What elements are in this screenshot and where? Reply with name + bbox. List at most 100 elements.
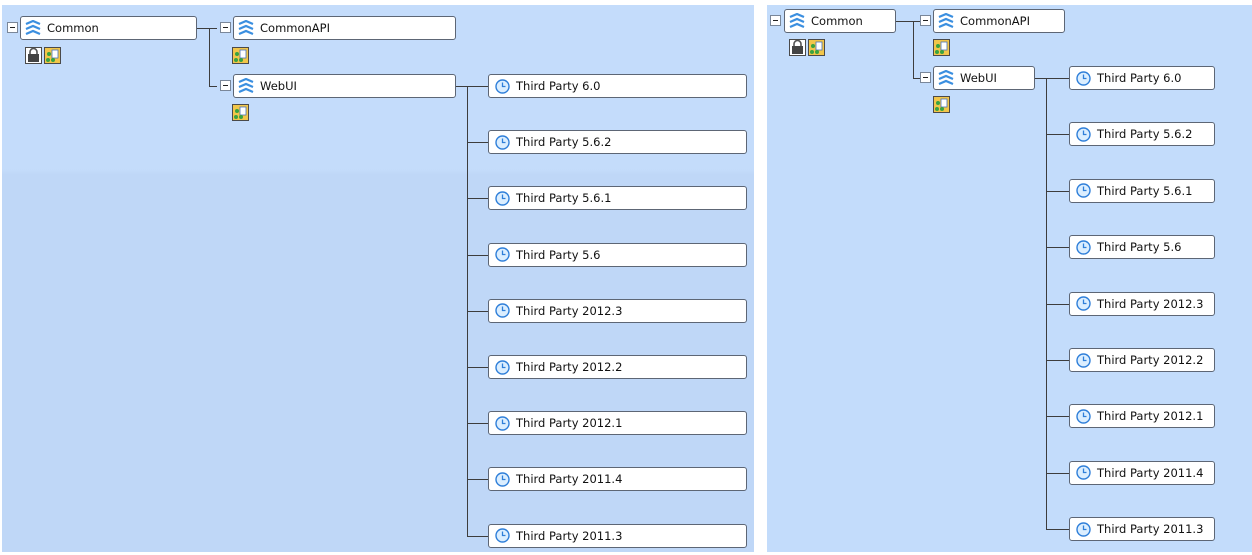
connector bbox=[894, 21, 920, 22]
release-node[interactable]: Third Party 5.6 bbox=[1069, 235, 1215, 260]
connector bbox=[1046, 190, 1069, 192]
node-label: Common bbox=[811, 14, 863, 28]
release-node[interactable]: Third Party 2012.2 bbox=[488, 355, 747, 379]
clock-icon bbox=[495, 134, 510, 150]
clock-icon bbox=[495, 415, 510, 431]
waves-icon bbox=[789, 12, 805, 28]
release-node[interactable]: Third Party 2012.2 bbox=[1069, 348, 1215, 372]
release-label: Third Party 5.6.2 bbox=[516, 135, 612, 150]
project-node-common[interactable]: Common bbox=[20, 16, 197, 40]
release-label: Third Party 6.0 bbox=[516, 79, 601, 93]
config-icon[interactable] bbox=[232, 104, 249, 121]
collapse-icon[interactable] bbox=[770, 15, 781, 26]
config-icon[interactable] bbox=[44, 47, 61, 64]
left-tree-panel: Common CommonAPI WebUI Third Party 6.0 Th… bbox=[2, 5, 754, 552]
waves-icon bbox=[238, 19, 254, 35]
release-label: Third Party 5.6.1 bbox=[516, 191, 612, 206]
release-label: Third Party 6.0 bbox=[1097, 71, 1182, 85]
clock-icon bbox=[495, 247, 510, 262]
node-label: WebUI bbox=[960, 71, 997, 85]
collapse-icon[interactable] bbox=[920, 72, 931, 83]
project-node-webui[interactable]: WebUI bbox=[933, 66, 1035, 90]
release-node[interactable]: Third Party 5.6.2 bbox=[1069, 122, 1215, 147]
release-label: Third Party 2011.4 bbox=[1097, 465, 1204, 480]
connector bbox=[1046, 416, 1069, 418]
clock-icon bbox=[1076, 352, 1091, 368]
clock-icon bbox=[495, 191, 510, 206]
release-node[interactable]: Third Party 5.6.1 bbox=[488, 186, 747, 211]
connector bbox=[209, 28, 210, 86]
clock-icon bbox=[495, 472, 510, 487]
connector bbox=[913, 21, 914, 78]
connector bbox=[1046, 78, 1069, 79]
connector bbox=[467, 310, 488, 312]
release-node[interactable]: Third Party 2011.3 bbox=[1069, 517, 1215, 542]
release-label: Third Party 5.6.1 bbox=[1097, 183, 1193, 198]
connector bbox=[1046, 529, 1069, 531]
connector bbox=[467, 86, 488, 87]
release-label: Third Party 2011.3 bbox=[516, 528, 623, 543]
clock-icon bbox=[1076, 127, 1091, 142]
release-node[interactable]: Third Party 6.0 bbox=[488, 74, 747, 98]
connector bbox=[467, 142, 488, 144]
clock-icon bbox=[1076, 183, 1091, 198]
project-node-commonapi[interactable]: CommonAPI bbox=[233, 16, 456, 40]
right-tree-panel: Common CommonAPI WebUI Third Party 6.0 Th… bbox=[767, 5, 1252, 552]
release-label: Third Party 2012.1 bbox=[1097, 409, 1204, 424]
clock-icon bbox=[1076, 521, 1091, 537]
release-node[interactable]: Third Party 2012.3 bbox=[1069, 291, 1215, 316]
project-node-commonapi[interactable]: CommonAPI bbox=[933, 9, 1065, 33]
clock-icon bbox=[1076, 239, 1091, 255]
release-node[interactable]: Third Party 2012.1 bbox=[1069, 404, 1215, 429]
node-label: CommonAPI bbox=[960, 14, 1030, 28]
connector bbox=[1046, 247, 1069, 249]
release-label: Third Party 5.6.2 bbox=[1097, 127, 1193, 142]
release-node[interactable]: Third Party 5.6.2 bbox=[488, 130, 747, 155]
lock-icon[interactable] bbox=[25, 47, 42, 64]
config-icon[interactable] bbox=[808, 39, 825, 56]
release-label: Third Party 5.6 bbox=[1097, 240, 1182, 255]
release-node[interactable]: Third Party 2011.4 bbox=[1069, 460, 1215, 485]
release-label: Third Party 2012.3 bbox=[1097, 296, 1204, 311]
connector bbox=[913, 78, 920, 79]
release-node[interactable]: Third Party 2011.4 bbox=[488, 467, 747, 492]
config-icon[interactable] bbox=[933, 96, 950, 113]
project-node-common[interactable]: Common bbox=[784, 9, 896, 33]
release-node[interactable]: Third Party 6.0 bbox=[1069, 66, 1215, 90]
connector bbox=[209, 86, 217, 87]
project-node-webui[interactable]: WebUI bbox=[233, 74, 456, 98]
clock-icon bbox=[1076, 296, 1091, 311]
release-label: Third Party 2011.3 bbox=[1097, 522, 1204, 537]
lock-icon[interactable] bbox=[789, 39, 806, 56]
release-label: Third Party 5.6 bbox=[516, 247, 601, 262]
node-label: WebUI bbox=[260, 79, 297, 93]
config-icon[interactable] bbox=[232, 47, 249, 64]
connector bbox=[467, 367, 488, 368]
collapse-icon[interactable] bbox=[7, 22, 18, 33]
release-label: Third Party 2012.2 bbox=[1097, 353, 1204, 367]
connector bbox=[1046, 472, 1069, 474]
connector bbox=[467, 479, 488, 481]
connector bbox=[1046, 134, 1069, 136]
release-node[interactable]: Third Party 5.6 bbox=[488, 242, 747, 267]
release-node[interactable]: Third Party 5.6.1 bbox=[1069, 178, 1215, 203]
collapse-icon[interactable] bbox=[920, 15, 931, 26]
connector bbox=[467, 198, 488, 200]
release-node[interactable]: Third Party 2012.3 bbox=[488, 298, 747, 323]
connector bbox=[1046, 360, 1069, 361]
release-node[interactable]: Third Party 2012.1 bbox=[488, 411, 747, 436]
clock-icon bbox=[495, 359, 510, 375]
release-label: Third Party 2012.3 bbox=[516, 303, 623, 318]
collapse-icon[interactable] bbox=[220, 22, 231, 33]
config-icon[interactable] bbox=[933, 39, 950, 56]
release-label: Third Party 2012.1 bbox=[516, 416, 623, 431]
connector bbox=[1046, 303, 1069, 305]
release-label: Third Party 2012.2 bbox=[516, 360, 623, 374]
clock-icon bbox=[1076, 70, 1091, 86]
clock-icon bbox=[495, 78, 510, 94]
clock-icon bbox=[1076, 465, 1091, 480]
collapse-icon[interactable] bbox=[220, 80, 231, 91]
waves-icon bbox=[238, 77, 254, 93]
release-node[interactable]: Third Party 2011.3 bbox=[488, 523, 747, 548]
node-label: Common bbox=[47, 21, 99, 35]
